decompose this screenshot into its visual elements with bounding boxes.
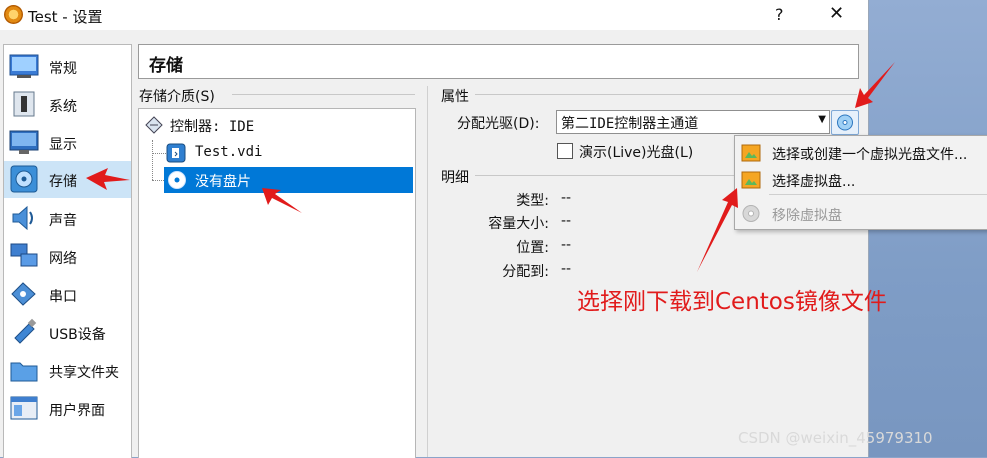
sidebar-item-label: 存储 <box>49 174 77 190</box>
tree-item-label: 控制器: IDE <box>170 119 255 135</box>
optical-disc-icon <box>837 114 853 131</box>
chevron-down-icon: ▼ <box>818 114 826 125</box>
sidebar-item-general[interactable]: 常规 <box>4 48 131 85</box>
detail-location-key: 位置: <box>516 240 549 256</box>
disk-choice-menu: 选择或创建一个虚拟光盘文件... 选择虚拟盘... 移除虚拟盘 <box>734 135 987 230</box>
network-icon <box>10 243 38 267</box>
display-icon <box>9 130 39 154</box>
detail-attached-key: 分配到: <box>502 264 549 280</box>
menu-item-label: 选择或创建一个虚拟光盘文件... <box>772 147 968 163</box>
sidebar-item-audio[interactable]: 声音 <box>4 200 131 237</box>
storage-media-divider <box>232 94 415 95</box>
sidebar-item-serial-port[interactable]: 串口 <box>4 276 131 313</box>
watermark: CSDN @weixin_45979310 <box>738 429 933 447</box>
general-icon <box>9 54 39 78</box>
sidebar-item-label: 显示 <box>49 137 77 153</box>
storage-media-label: 存储介质(S) <box>139 89 215 105</box>
page-header: 存储 <box>138 44 859 79</box>
folder-image-icon <box>741 171 761 189</box>
sidebar-item-label: 用户界面 <box>49 403 105 419</box>
window-title: Test - 设置 <box>28 8 103 26</box>
folder-image-icon <box>741 144 761 162</box>
optical-disc-icon <box>168 171 186 189</box>
help-button[interactable]: ? <box>775 5 784 24</box>
sidebar-item-user-interface[interactable]: 用户界面 <box>4 390 131 427</box>
detail-type-value: -- <box>561 190 572 206</box>
title-bar: Test - 设置 ? ✕ <box>0 0 868 30</box>
details-divider <box>475 175 735 176</box>
attributes-divider <box>475 94 857 95</box>
tree-item-empty-disc[interactable]: 没有盘片 <box>164 167 413 193</box>
detail-type-key: 类型: <box>516 193 549 209</box>
remove-disc-icon <box>742 205 760 222</box>
menu-separator <box>769 194 987 195</box>
settings-sidebar: 常规 系统 显示 存储 声音 网络 串口 USB设备 共享文件夹 用户界面 <box>3 44 132 458</box>
sidebar-item-usb[interactable]: USB设备 <box>4 314 131 351</box>
sidebar-item-label: USB设备 <box>49 327 106 343</box>
sidebar-item-display[interactable]: 显示 <box>4 124 131 161</box>
tree-guide <box>152 140 153 180</box>
hard-disk-icon <box>166 143 186 163</box>
detail-size-key: 容量大小: <box>488 216 549 232</box>
tree-item-label: Test.vdi <box>195 144 263 160</box>
menu-item-choose-disk[interactable]: 选择虚拟盘... <box>735 165 987 194</box>
tree-item-test-vdi[interactable]: Test.vdi <box>166 140 406 166</box>
sidebar-item-label: 串口 <box>49 289 77 305</box>
tree-item-ide-controller[interactable]: 控制器: IDE <box>142 112 412 138</box>
sidebar-item-label: 网络 <box>49 251 77 267</box>
sidebar-item-label: 声音 <box>49 213 77 229</box>
user-interface-icon <box>10 396 38 420</box>
menu-item-label: 移除虚拟盘 <box>772 208 842 224</box>
panel-divider <box>427 86 428 457</box>
choose-disk-button[interactable] <box>831 110 859 135</box>
menu-item-create-disk-file[interactable]: 选择或创建一个虚拟光盘文件... <box>735 138 987 167</box>
sidebar-item-label: 常规 <box>49 61 77 77</box>
virtualbox-app-icon <box>4 5 23 24</box>
detail-location-value: -- <box>561 237 572 253</box>
system-icon <box>13 91 35 117</box>
optical-drive-select[interactable]: 第二IDE控制器主通道 ▼ <box>556 110 830 134</box>
live-cd-checkbox[interactable] <box>557 143 573 159</box>
close-button[interactable]: ✕ <box>829 3 844 24</box>
usb-icon <box>14 318 37 344</box>
sidebar-item-label: 共享文件夹 <box>49 365 119 381</box>
annotation-text: 选择刚下载到Centos镜像文件 <box>577 289 887 315</box>
tree-guide <box>152 153 166 154</box>
detail-size-value: -- <box>561 213 572 229</box>
menu-item-label: 选择虚拟盘... <box>772 174 856 190</box>
audio-icon <box>12 205 33 231</box>
tree-item-label: 没有盘片 <box>195 174 251 190</box>
sidebar-item-shared-folders[interactable]: 共享文件夹 <box>4 352 131 389</box>
details-heading: 明细 <box>441 170 469 186</box>
serial-port-icon <box>11 282 36 306</box>
sidebar-item-label: 系统 <box>49 99 77 115</box>
shared-folder-icon <box>10 362 38 382</box>
optical-drive-label: 分配光驱(D): <box>457 116 540 132</box>
menu-item-remove-disk: 移除虚拟盘 <box>735 199 987 228</box>
sidebar-item-storage[interactable]: 存储 <box>4 161 131 198</box>
detail-attached-value: -- <box>561 261 572 277</box>
storage-icon <box>10 165 38 193</box>
sidebar-item-system[interactable]: 系统 <box>4 86 131 123</box>
live-cd-label: 演示(Live)光盘(L) <box>579 145 694 161</box>
attributes-heading: 属性 <box>441 89 469 105</box>
ide-controller-icon <box>145 116 163 134</box>
optical-drive-value: 第二IDE控制器主通道 <box>561 116 699 132</box>
sidebar-item-network[interactable]: 网络 <box>4 238 131 275</box>
page-title: 存储 <box>149 56 183 76</box>
